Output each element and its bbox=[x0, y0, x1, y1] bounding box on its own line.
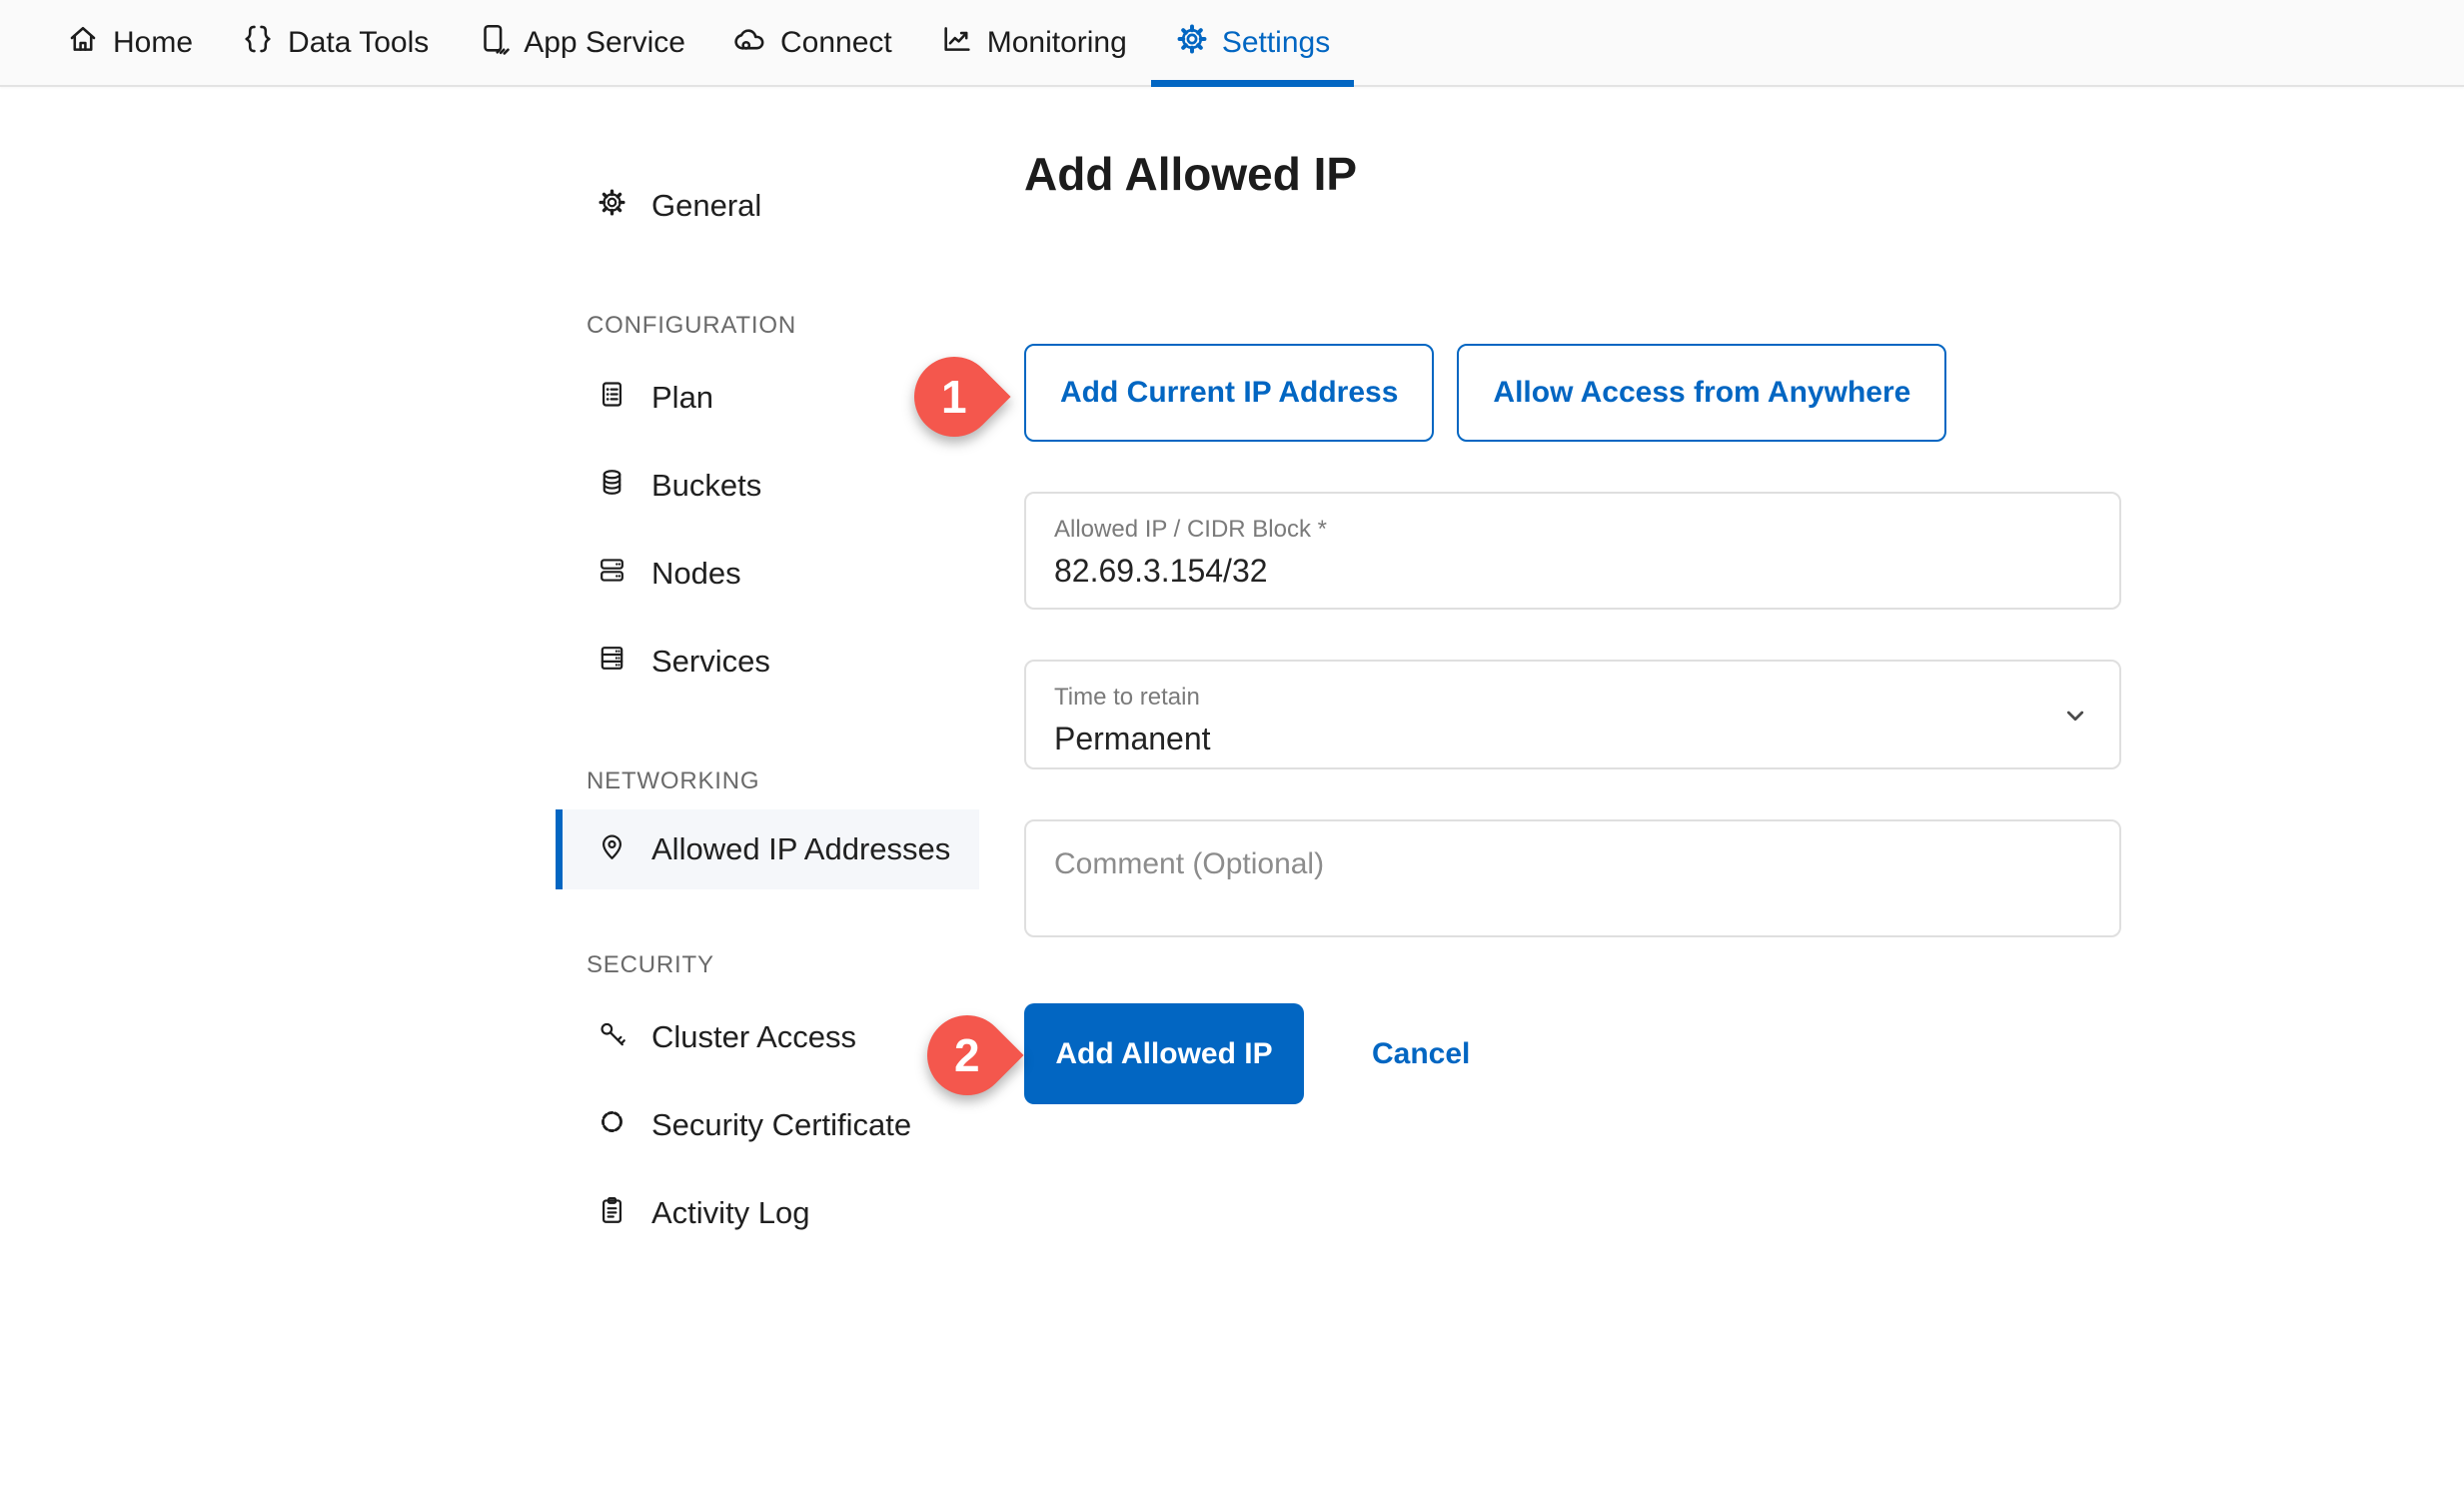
annotation-marker-2: 2 bbox=[910, 998, 1024, 1112]
home-icon bbox=[66, 22, 100, 64]
sidebar-item-buckets[interactable]: Buckets bbox=[556, 442, 979, 530]
sidebar-item-activity-log[interactable]: Activity Log bbox=[556, 1169, 979, 1257]
plan-icon bbox=[597, 379, 627, 418]
nav-tab-label: Home bbox=[113, 25, 194, 59]
services-icon bbox=[597, 643, 627, 682]
add-allowed-ip-panel: Add Allowed IP Add Current IP Address Al… bbox=[1024, 87, 2121, 1104]
allowed-ip-label: Allowed IP / CIDR Block * bbox=[1054, 516, 1327, 543]
nodes-icon bbox=[597, 555, 627, 594]
nav-tab-label: Data Tools bbox=[288, 25, 430, 59]
time-to-retain-select[interactable]: Time to retain Permanent bbox=[1024, 660, 2121, 769]
marker-pin: 2 bbox=[910, 998, 1024, 1112]
database-icon bbox=[597, 467, 627, 506]
sidebar-item-label: Buckets bbox=[651, 468, 762, 503]
nav-tab-data-tools[interactable]: Data Tools bbox=[217, 0, 453, 85]
sidebar-item-label: Cluster Access bbox=[651, 1019, 857, 1054]
time-to-retain-label: Time to retain bbox=[1054, 684, 1200, 711]
nav-tab-label: Settings bbox=[1221, 25, 1331, 59]
form-actions-row: Add Allowed IP Cancel bbox=[1024, 1003, 2121, 1104]
sidebar-item-services[interactable]: Services bbox=[556, 618, 979, 706]
sidebar-item-nodes[interactable]: Nodes bbox=[556, 530, 979, 618]
nav-tab-label: Monitoring bbox=[986, 25, 1127, 59]
marker-number: 2 bbox=[954, 1029, 980, 1081]
allow-access-anywhere-button[interactable]: Allow Access from Anywhere bbox=[1457, 344, 1947, 442]
location-pin-icon bbox=[597, 830, 627, 869]
sidebar-item-cluster-access[interactable]: Cluster Access bbox=[556, 993, 979, 1081]
nav-tab-label: Connect bbox=[779, 25, 892, 59]
chart-icon bbox=[940, 22, 974, 64]
gear-icon bbox=[597, 187, 627, 226]
braces-icon bbox=[241, 22, 275, 64]
cloud-icon bbox=[733, 22, 767, 64]
nav-tab-settings[interactable]: Settings bbox=[1150, 0, 1355, 87]
sidebar-item-label: Security Certificate bbox=[651, 1107, 912, 1142]
annotation-marker-1: 1 bbox=[897, 340, 1011, 454]
marker-number: 1 bbox=[941, 371, 967, 423]
sidebar-item-security-certificate[interactable]: Security Certificate bbox=[556, 1081, 979, 1169]
gear-icon bbox=[1175, 22, 1209, 64]
key-icon bbox=[597, 1018, 627, 1057]
nav-tab-home[interactable]: Home bbox=[42, 0, 217, 85]
page-title: Add Allowed IP bbox=[1024, 148, 1358, 200]
marker-pin: 1 bbox=[897, 340, 1011, 454]
top-navigation: Home Data Tools App Service Connect Moni… bbox=[0, 0, 2464, 87]
time-to-retain-value: Permanent bbox=[1054, 721, 1211, 756]
add-current-ip-button[interactable]: Add Current IP Address bbox=[1024, 344, 1435, 442]
sidebar-item-label: Nodes bbox=[651, 556, 741, 591]
nav-tab-monitoring[interactable]: Monitoring bbox=[916, 0, 1151, 85]
comment-textarea[interactable] bbox=[1054, 847, 2091, 909]
quick-actions-row: Add Current IP Address Allow Access from… bbox=[1024, 344, 2121, 442]
app-window: Home Data Tools App Service Connect Moni… bbox=[0, 0, 2464, 1493]
cancel-button[interactable]: Cancel bbox=[1372, 1037, 1470, 1071]
nav-tab-connect[interactable]: Connect bbox=[709, 0, 916, 85]
allowed-ip-field: Allowed IP / CIDR Block * bbox=[1024, 492, 2121, 610]
sidebar-item-label: Plan bbox=[651, 380, 714, 415]
activity-log-icon bbox=[597, 1194, 627, 1233]
sidebar-item-general[interactable]: General bbox=[556, 162, 979, 250]
nav-tab-label: App Service bbox=[524, 25, 685, 59]
allowed-ip-input[interactable] bbox=[1054, 553, 2091, 590]
sidebar-section-networking: NETWORKING bbox=[587, 767, 760, 794]
nav-tab-app-service[interactable]: App Service bbox=[453, 0, 709, 85]
app-service-icon bbox=[477, 22, 511, 64]
sidebar-item-allowed-ip-addresses[interactable]: Allowed IP Addresses bbox=[556, 809, 979, 889]
sidebar-item-label: General bbox=[651, 188, 762, 223]
sidebar-item-label: Activity Log bbox=[651, 1195, 810, 1230]
sidebar-section-security: SECURITY bbox=[587, 951, 714, 978]
sidebar-item-label: Services bbox=[651, 644, 770, 679]
add-allowed-ip-button[interactable]: Add Allowed IP bbox=[1024, 1003, 1304, 1104]
chevron-down-icon bbox=[2057, 698, 2093, 734]
sidebar-section-configuration: CONFIGURATION bbox=[587, 312, 796, 339]
certificate-icon bbox=[597, 1106, 627, 1145]
comment-field bbox=[1024, 819, 2121, 937]
settings-sidebar: General CONFIGURATION Plan Buckets Nodes… bbox=[556, 162, 979, 1257]
sidebar-item-label: Allowed IP Addresses bbox=[651, 831, 951, 866]
